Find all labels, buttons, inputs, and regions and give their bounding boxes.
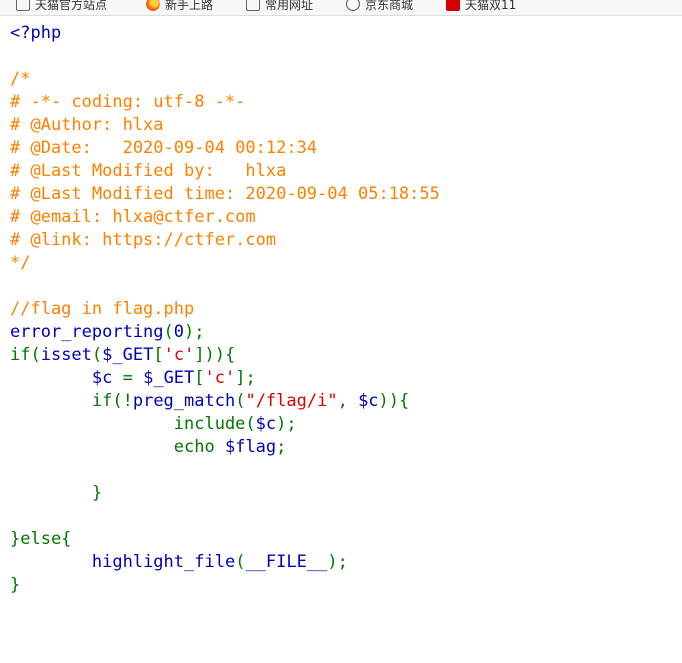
keyword: echo [173, 437, 225, 457]
keyword: include( [173, 414, 256, 434]
punct: ( [235, 552, 246, 572]
comment-line: # @Author: hlxa [10, 115, 164, 135]
bookmark-common-sites[interactable]: 常用网址 [246, 0, 313, 14]
variable: $c [358, 391, 379, 411]
constant: __FILE__ [245, 552, 328, 572]
punct: ])){ [194, 345, 236, 365]
string-literal: 'c' [163, 345, 195, 365]
code-line-assign: $c = $_GET['c']; [92, 368, 256, 388]
keyword: if( [10, 345, 41, 365]
variable: $c [255, 414, 277, 434]
folder-icon [246, 0, 260, 11]
keyword: if(! [91, 391, 133, 411]
bookmark-label: 常用网址 [265, 0, 314, 12]
bookmark-getting-started[interactable]: 新手上路 [146, 0, 213, 14]
tmall-icon [446, 0, 460, 11]
punct: ); [327, 552, 348, 572]
line-comment: //flag in flag.php [10, 299, 195, 319]
bookmark-label: 天猫官方站点 [35, 0, 108, 12]
punct: ; [276, 437, 287, 457]
firefox-icon [146, 0, 160, 11]
variable: $c [91, 368, 113, 388]
code-line-error-reporting: error_reporting(0); [10, 322, 205, 342]
punct: ( [163, 322, 174, 342]
punct: ]; [235, 368, 256, 388]
bookmark-tmall-official[interactable]: 天猫官方站点 [16, 0, 107, 14]
punct: [ [194, 368, 205, 388]
punct: [ [153, 345, 164, 365]
punct: ( [91, 345, 103, 365]
operator: = [112, 368, 144, 388]
comment-line: # @Last Modified by: hlxa [10, 161, 287, 181]
punct: ); [276, 414, 297, 434]
bookmark-label: 新手上路 [165, 0, 214, 12]
comment-line: # @Last Modified time: 2020-09-04 05:18:… [10, 184, 440, 204]
variable: $_GET [102, 345, 154, 365]
bookmark-label: 京东商城 [365, 0, 414, 12]
comment-line: # @link: https://ctfer.com [10, 230, 277, 250]
code-line-else: }else{ [10, 529, 72, 549]
string-literal: "/flag/i" [245, 391, 338, 411]
comment-open: /* [10, 69, 31, 89]
source-code-view: <?php /* # -*- coding: utf-8 -*- # @Auth… [10, 22, 440, 597]
comment-line: # @Date: 2020-09-04 00:12:34 [10, 138, 318, 158]
function-name: isset [40, 345, 92, 365]
final-brace-close: } [10, 575, 21, 595]
bookmark-label: 天猫双11 [465, 0, 517, 12]
comment-close: */ [10, 253, 31, 273]
comment-line: # @email: hlxa@ctfer.com [10, 207, 256, 227]
bookmark-tmall-11[interactable]: 天猫双11 [446, 0, 516, 14]
function-name: error_reporting [10, 322, 164, 342]
php-open-tag: <?php [10, 23, 62, 43]
code-line-echo: echo $flag; [174, 437, 287, 457]
bookmark-jd-mall[interactable]: 京东商城 [346, 0, 413, 14]
bookmarks-bar: 天猫官方站点 新手上路 常用网址 京东商城 天猫双11 [0, 0, 682, 16]
code-line-include: include($c); [174, 414, 297, 434]
globe-icon [346, 0, 360, 11]
code-line-if-isset: if(isset($_GET['c'])){ [10, 345, 235, 365]
punct: )){ [378, 391, 410, 411]
function-name: highlight_file [91, 552, 236, 572]
comment-line: # -*- coding: utf-8 -*- [10, 92, 246, 112]
variable: $_GET [143, 368, 195, 388]
code-line-if-preg-match: if(!preg_match("/flag/i", $c)){ [92, 391, 409, 411]
function-name: preg_match [132, 391, 236, 411]
brace-close: } [91, 483, 103, 503]
number-literal: 0 [173, 322, 185, 342]
code-line-highlight-file: highlight_file(__FILE__); [92, 552, 348, 572]
punct: ); [184, 322, 205, 342]
folder-icon [16, 0, 30, 11]
string-literal: 'c' [204, 368, 236, 388]
punct: , [337, 391, 359, 411]
variable: $flag [224, 437, 277, 457]
punct: ( [235, 391, 246, 411]
